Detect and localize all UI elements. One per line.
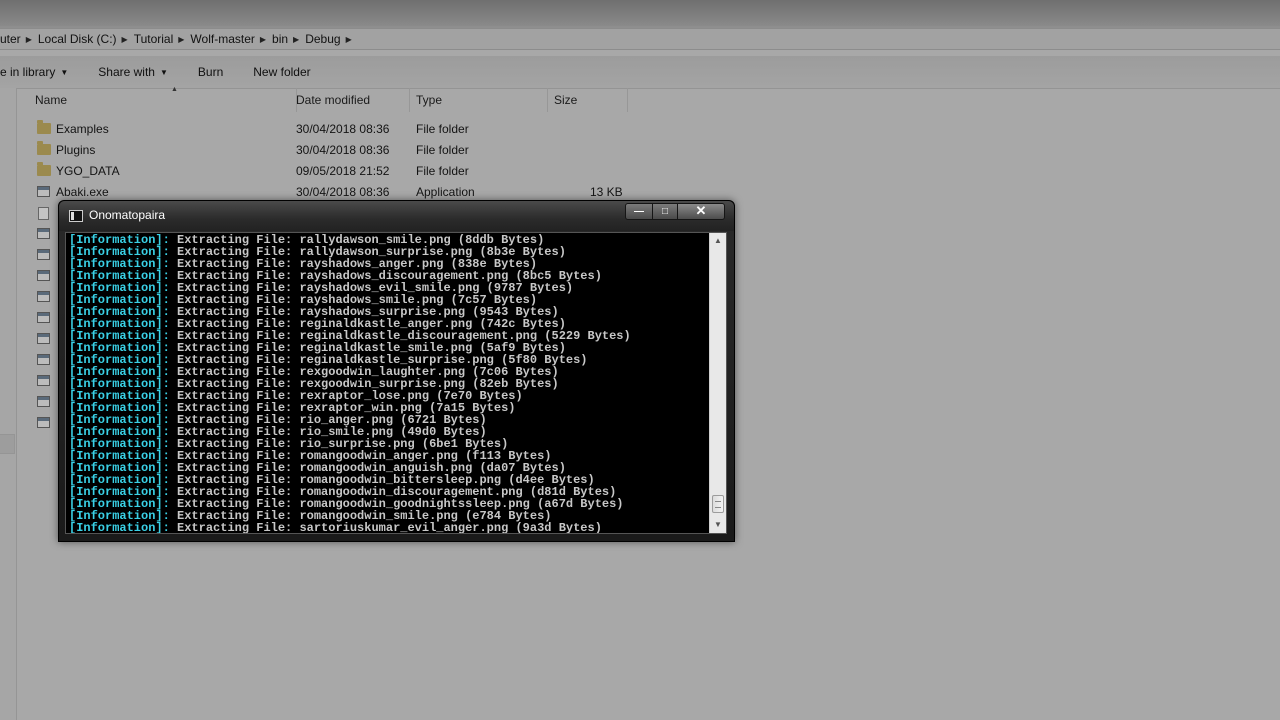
scrollbar-thumb[interactable]	[712, 495, 724, 513]
application-icon	[37, 396, 50, 407]
breadcrumb-wolf-master[interactable]: Wolf-master	[184, 32, 259, 46]
close-button[interactable]: ✕	[677, 203, 725, 220]
sort-ascending-icon: ▲	[171, 86, 178, 93]
application-icon	[37, 291, 50, 302]
console-window[interactable]: Onomatopaira — □ ✕ [Information]: Extrac…	[58, 200, 735, 542]
breadcrumb-bin[interactable]: bin	[266, 32, 293, 46]
file-name: Abaki.exe	[56, 185, 109, 199]
console-vertical-scrollbar[interactable]: ▲ ▼	[709, 233, 726, 533]
application-icon	[37, 333, 50, 344]
dropdown-caret-icon: ▼	[159, 67, 168, 77]
file-type: File folder	[416, 164, 469, 178]
address-row: uter ▶ Local Disk (C:) ▶ Tutorial ▶ Wolf…	[0, 26, 1280, 50]
file-size: 13 KB	[590, 185, 623, 199]
file-type: File folder	[416, 122, 469, 136]
file-row-ygo-data[interactable]: YGO_DATA 09/05/2018 21:52 File folder	[17, 161, 637, 182]
column-header-size[interactable]: Size	[548, 88, 628, 112]
share-with-label: Share with	[98, 65, 155, 79]
include-in-library-label: e in library	[0, 65, 56, 79]
console-text-area: [Information]: Extracting File: rallydaw…	[69, 234, 709, 534]
log-level-tag: [Information]:	[69, 521, 170, 534]
file-date: 30/04/2018 08:36	[296, 143, 390, 157]
application-icon	[37, 228, 50, 239]
column-type-label: Type	[416, 93, 443, 107]
folder-icon	[37, 162, 51, 176]
file-type: Application	[416, 185, 475, 199]
file-row-plugins[interactable]: Plugins 30/04/2018 08:36 File folder	[17, 140, 637, 161]
column-header-date-modified[interactable]: Date modified	[290, 88, 410, 112]
console-title-bar[interactable]: Onomatopaira — □ ✕	[59, 201, 734, 231]
console-output[interactable]: [Information]: Extracting File: rallydaw…	[65, 232, 727, 534]
console-app-icon[interactable]	[69, 210, 83, 222]
application-icon	[37, 186, 50, 197]
include-in-library-button[interactable]: e in library ▼	[0, 65, 68, 79]
application-icon	[37, 375, 50, 386]
column-header-name[interactable]: Name	[29, 88, 297, 112]
breadcrumb-local-disk[interactable]: Local Disk (C:)	[32, 32, 122, 46]
column-size-label: Size	[554, 93, 578, 107]
file-date: 30/04/2018 08:36	[296, 185, 390, 199]
new-folder-button[interactable]: New folder	[253, 65, 310, 79]
navigation-pane-selected-item[interactable]	[0, 434, 15, 454]
folder-icon	[37, 120, 51, 134]
application-icon	[37, 417, 50, 428]
application-icon	[37, 312, 50, 323]
column-name-label: Name	[35, 93, 68, 107]
new-folder-label: New folder	[253, 65, 311, 79]
file-name: YGO_DATA	[56, 164, 120, 178]
application-icon	[37, 270, 50, 281]
file-date: 09/05/2018 21:52	[296, 164, 390, 178]
file-name: Examples	[56, 122, 109, 136]
folder-icon	[37, 141, 51, 155]
burn-label: Burn	[197, 65, 224, 79]
minimize-button[interactable]: —	[625, 203, 653, 220]
address-bar[interactable]: uter ▶ Local Disk (C:) ▶ Tutorial ▶ Wolf…	[0, 28, 1280, 50]
breadcrumb-arrow-icon[interactable]: ▶	[346, 35, 352, 44]
command-toolbar: e in library ▼ Share with ▼ Burn New fol…	[0, 56, 1280, 89]
burn-button[interactable]: Burn	[198, 65, 223, 79]
column-date-label: Date modified	[296, 93, 371, 107]
file-date: 30/04/2018 08:36	[296, 122, 390, 136]
application-icon	[37, 354, 50, 365]
scroll-down-arrow-icon[interactable]: ▼	[710, 517, 726, 533]
console-window-title: Onomatopaira	[89, 208, 166, 222]
application-icon	[37, 249, 50, 260]
navigation-pane[interactable]	[0, 88, 17, 720]
log-message: Extracting File: sartoriuskumar_evil_ang…	[169, 521, 602, 534]
file-name: Plugins	[56, 143, 96, 157]
breadcrumb-tutorial[interactable]: Tutorial	[128, 32, 179, 46]
breadcrumb-debug[interactable]: Debug	[299, 32, 345, 46]
dll-file-icon	[38, 207, 49, 220]
share-with-button[interactable]: Share with ▼	[98, 65, 168, 79]
console-line: [Information]: Extracting File: sartoriu…	[69, 521, 709, 534]
explorer-title-bar	[0, 0, 1280, 26]
file-type: File folder	[416, 143, 469, 157]
breadcrumb-computer[interactable]: uter	[0, 32, 26, 46]
scroll-up-arrow-icon[interactable]: ▲	[710, 233, 726, 249]
file-row-examples[interactable]: Examples 30/04/2018 08:36 File folder	[17, 119, 637, 140]
dropdown-caret-icon: ▼	[60, 67, 69, 77]
file-list-header: Name ▲ Date modified Type Size	[17, 86, 1280, 112]
column-header-type[interactable]: Type	[410, 88, 548, 112]
maximize-button[interactable]: □	[652, 203, 678, 220]
